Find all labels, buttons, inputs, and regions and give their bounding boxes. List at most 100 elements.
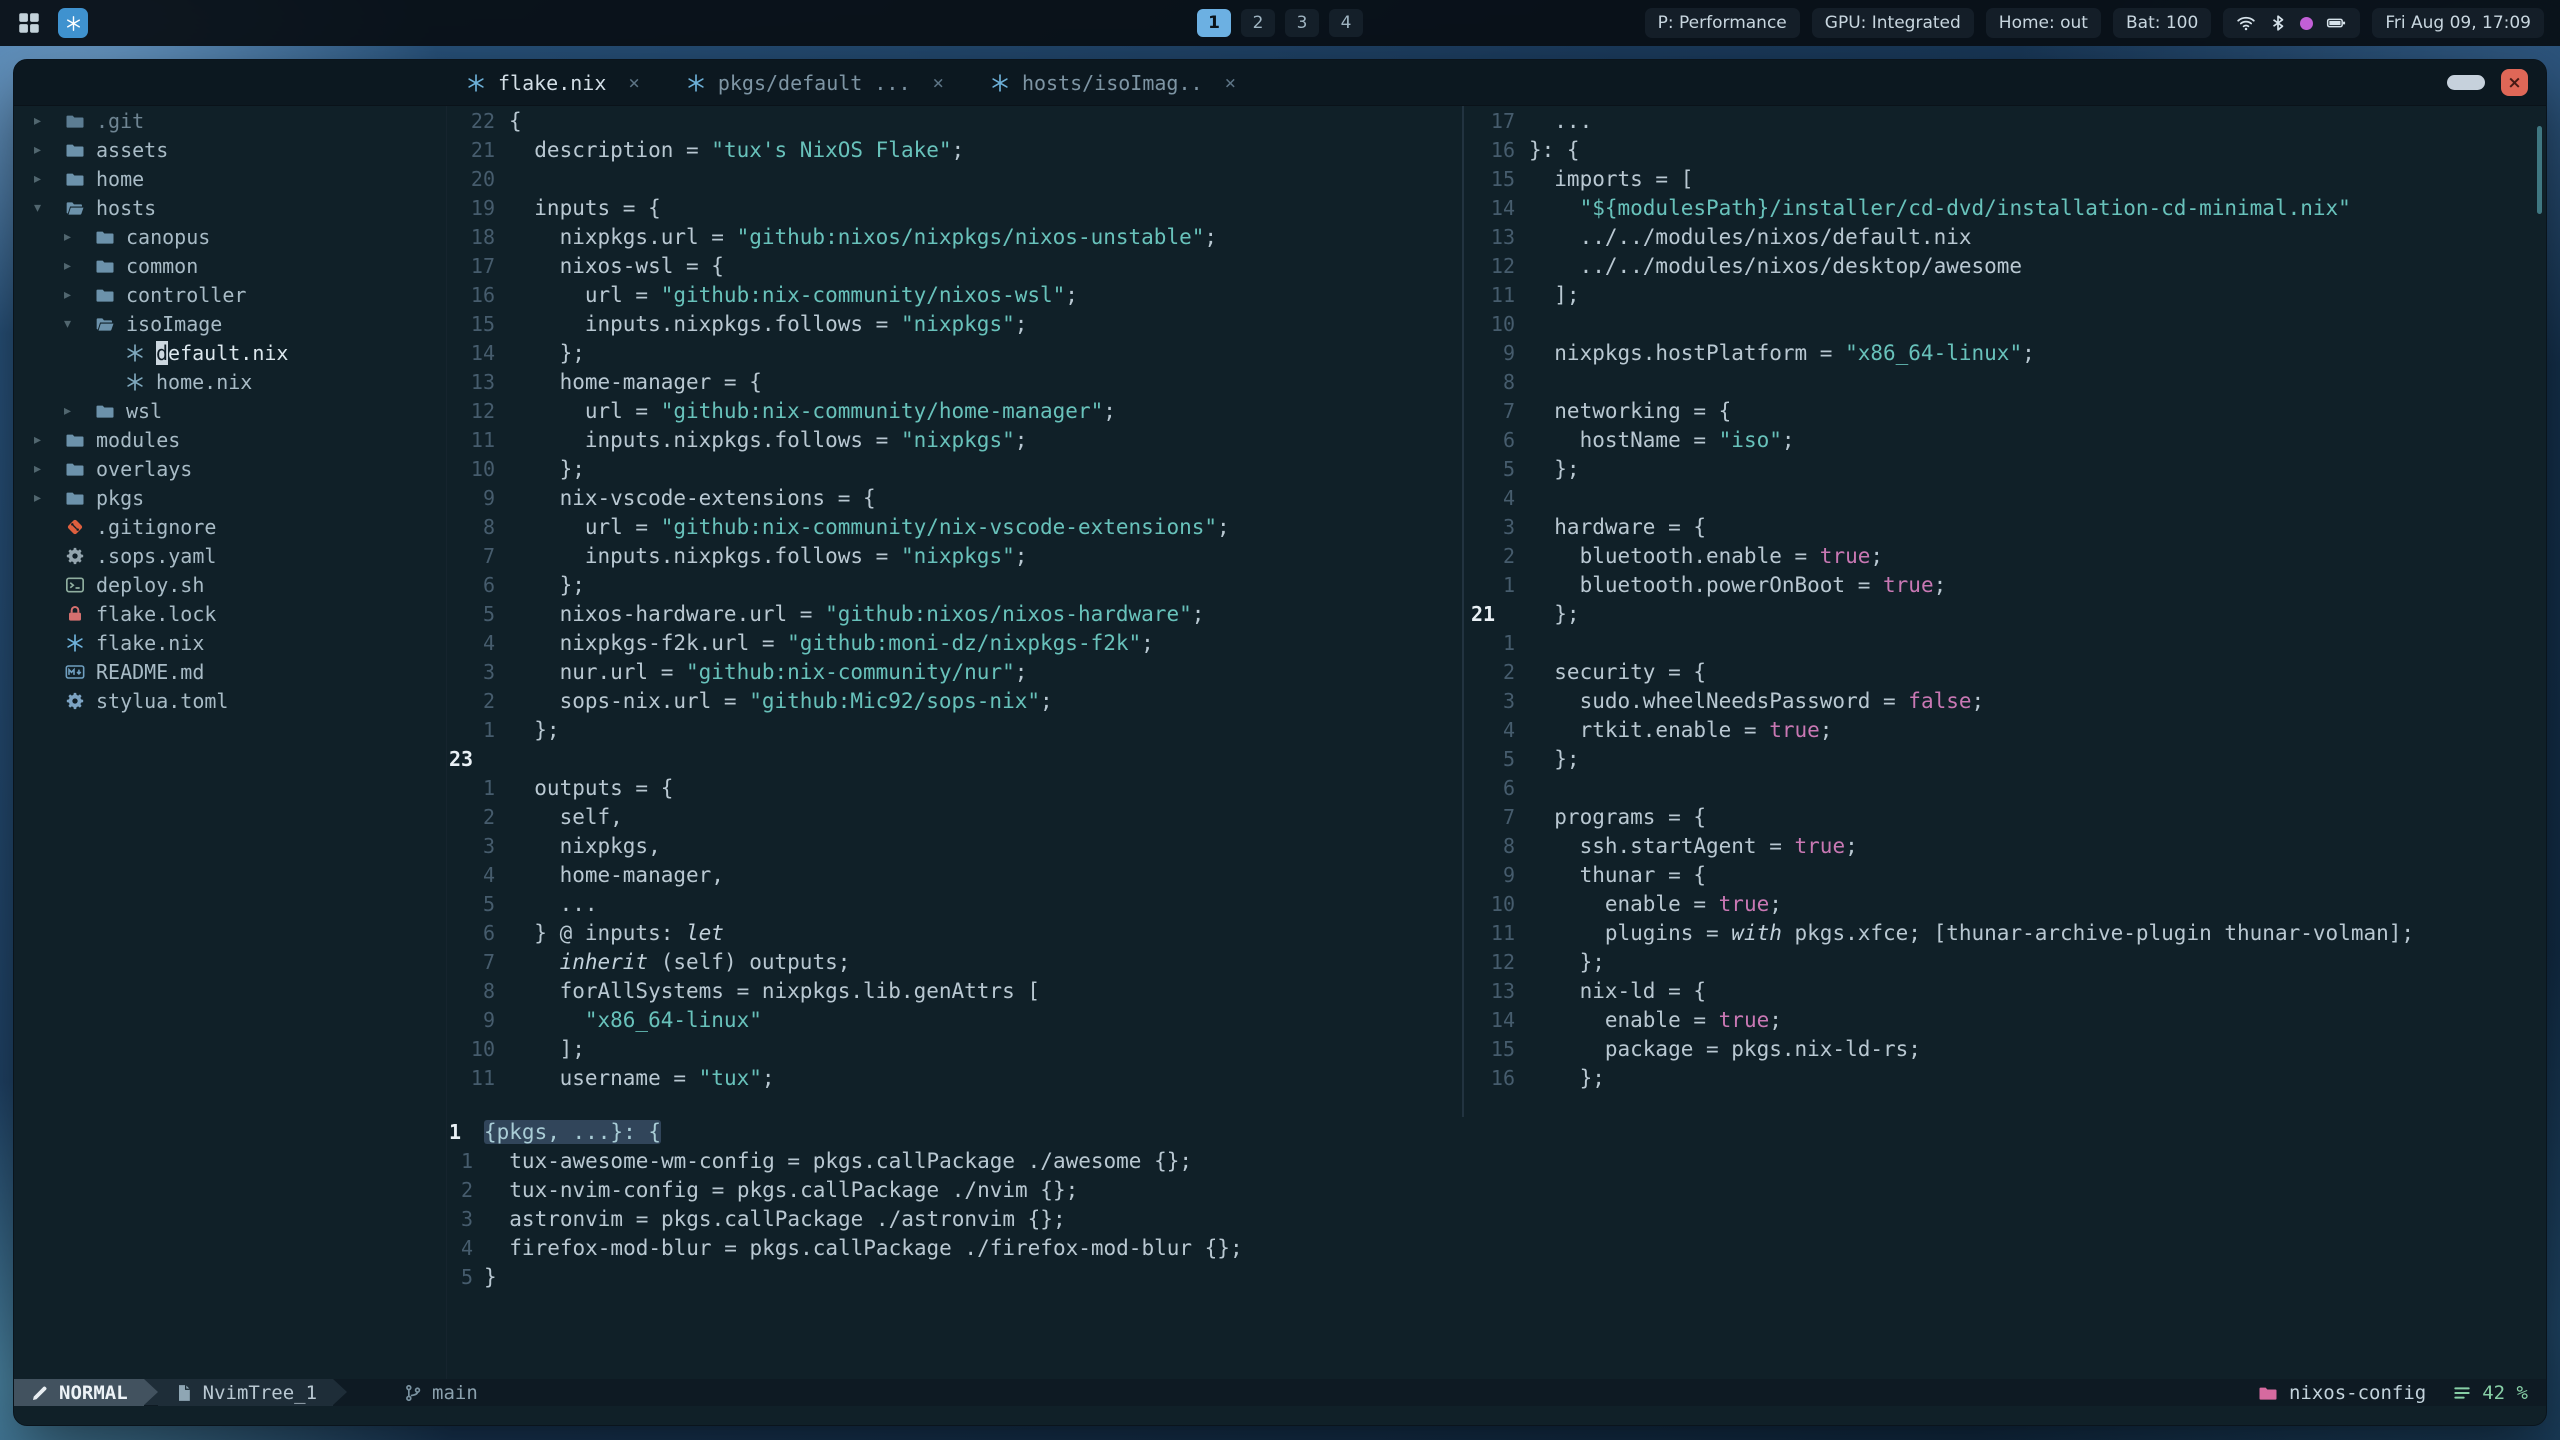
code-line[interactable]: 21 };	[1469, 599, 2546, 628]
code-line[interactable]: 3 astronvim = pkgs.callPackage ./astronv…	[447, 1204, 2546, 1233]
code-line[interactable]: 21 description = "tux's NixOS Flake";	[447, 135, 1459, 164]
code-line[interactable]: 3 hardware = {	[1469, 512, 2546, 541]
code-line[interactable]: 3 nixpkgs,	[447, 831, 1459, 860]
maximize-toggle-button[interactable]	[2447, 75, 2485, 90]
code-line[interactable]: 5}	[447, 1262, 2546, 1291]
code-line[interactable]: 1 {pkgs, ...}: {	[447, 1117, 2546, 1146]
code-line[interactable]: 14 };	[447, 338, 1459, 367]
code-line[interactable]: 3 sudo.wheelNeedsPassword = false;	[1469, 686, 2546, 715]
code-line[interactable]: 22 {	[447, 106, 1459, 135]
tab-close-icon[interactable]: ×	[1225, 72, 1236, 94]
battery-widget[interactable]: Bat: 100	[2112, 8, 2212, 38]
code-line[interactable]: 1 tux-awesome-wm-config = pkgs.callPacka…	[447, 1146, 2546, 1175]
tree-item-canopus[interactable]: ▸ canopus	[14, 222, 446, 251]
code-line[interactable]: 9 nix-vscode-extensions = {	[447, 483, 1459, 512]
code-line[interactable]: 5 };	[1469, 454, 2546, 483]
split-separator[interactable]	[1462, 106, 1464, 1117]
tree-item-isoimage[interactable]: ▾ isoImage	[14, 309, 446, 338]
code-line[interactable]: 12 ../../modules/nixos/desktop/awesome	[1469, 251, 2546, 280]
workspace-button-3[interactable]: 3	[1285, 9, 1319, 37]
code-line[interactable]: 1 };	[447, 715, 1459, 744]
workspace-button-4[interactable]: 4	[1329, 9, 1363, 37]
editor-split-pkgs-default-nix[interactable]: 1 {pkgs, ...}: {1 tux-awesome-wm-config =…	[447, 1117, 2546, 1379]
code-line[interactable]: 12 };	[1469, 947, 2546, 976]
code-line[interactable]: 23	[447, 744, 1459, 773]
tree-item-flake-nix[interactable]: flake.nix	[14, 628, 446, 657]
code-line[interactable]: 14 "${modulesPath}/installer/cd-dvd/inst…	[1469, 193, 2546, 222]
code-line[interactable]: 11 plugins = with pkgs.xfce; [thunar-arc…	[1469, 918, 2546, 947]
buffer-tab-2[interactable]: pkgs/default ... ×	[686, 71, 944, 95]
code-line[interactable]: 3 nur.url = "github:nix-community/nur";	[447, 657, 1459, 686]
code-line[interactable]: 10 };	[447, 454, 1459, 483]
tree-item-modules[interactable]: ▸ modules	[14, 425, 446, 454]
code-line[interactable]: 7 inputs.nixpkgs.follows = "nixpkgs";	[447, 541, 1459, 570]
tree-item-gitignore[interactable]: .gitignore	[14, 512, 446, 541]
tree-item-readme-md[interactable]: README.md	[14, 657, 446, 686]
bluetooth-icon[interactable]	[2268, 13, 2288, 33]
code-line[interactable]: 11 inputs.nixpkgs.follows = "nixpkgs";	[447, 425, 1459, 454]
command-line[interactable]	[14, 1406, 2546, 1425]
code-line[interactable]: 1	[1469, 628, 2546, 657]
code-line[interactable]: 1 outputs = {	[447, 773, 1459, 802]
git-branch-widget[interactable]: main	[403, 1379, 478, 1406]
window-close-button[interactable]: ×	[2501, 69, 2528, 96]
code-line[interactable]: 9 thunar = {	[1469, 860, 2546, 889]
code-line[interactable]: 6	[1469, 773, 2546, 802]
code-line[interactable]: 12 url = "github:nix-community/home-mana…	[447, 396, 1459, 425]
scrollbar-thumb[interactable]	[2537, 126, 2542, 214]
code-line[interactable]: 8 forAllSystems = nixpkgs.lib.genAttrs [	[447, 976, 1459, 1005]
tree-item-sops-yaml[interactable]: .sops.yaml	[14, 541, 446, 570]
code-line[interactable]: 9 "x86_64-linux"	[447, 1005, 1459, 1034]
tree-item-controller[interactable]: ▸ controller	[14, 280, 446, 309]
code-line[interactable]: 1 bluetooth.powerOnBoot = true;	[1469, 570, 2546, 599]
code-line[interactable]: 2 bluetooth.enable = true;	[1469, 541, 2546, 570]
code-line[interactable]: 7 inherit (self) outputs;	[447, 947, 1459, 976]
editor-split-flake-nix[interactable]: 22{21 description = "tux's NixOS Flake";…	[447, 106, 1459, 1117]
indicator-dot-icon[interactable]	[2300, 16, 2314, 30]
code-line[interactable]: 14 enable = true;	[1469, 1005, 2546, 1034]
code-line[interactable]: 4 nixpkgs-f2k.url = "github:moni-dz/nixp…	[447, 628, 1459, 657]
code-line[interactable]: 15 package = pkgs.nix-ld-rs;	[1469, 1034, 2546, 1063]
code-line[interactable]: 20	[447, 164, 1459, 193]
tree-item-default-nix[interactable]: default.nix	[14, 338, 446, 367]
tree-item-flake-lock[interactable]: flake.lock	[14, 599, 446, 628]
code-line[interactable]: 7 networking = {	[1469, 396, 2546, 425]
clock-widget[interactable]: Fri Aug 09, 17:09	[2372, 8, 2544, 38]
code-line[interactable]: 16}: {	[1469, 135, 2546, 164]
tree-item-home[interactable]: ▸ home	[14, 164, 446, 193]
tree-item-deploy-sh[interactable]: deploy.sh	[14, 570, 446, 599]
code-line[interactable]: 4 rtkit.enable = true;	[1469, 715, 2546, 744]
tree-item-pkgs[interactable]: ▸ pkgs	[14, 483, 446, 512]
code-line[interactable]: 19 inputs = {	[447, 193, 1459, 222]
code-line[interactable]: 16 };	[1469, 1063, 2546, 1092]
tab-close-icon[interactable]: ×	[628, 72, 639, 94]
tree-item-hosts[interactable]: ▾ hosts	[14, 193, 446, 222]
gpu-widget[interactable]: GPU: Integrated	[1811, 8, 1974, 38]
code-line[interactable]: 8	[1469, 367, 2546, 396]
code-line[interactable]: 10 enable = true;	[1469, 889, 2546, 918]
tree-item-home-nix[interactable]: home.nix	[14, 367, 446, 396]
tree-item-assets[interactable]: ▸ assets	[14, 135, 446, 164]
code-line[interactable]: 13 home-manager = {	[447, 367, 1459, 396]
code-line[interactable]: 5 };	[1469, 744, 2546, 773]
code-line[interactable]: 6 } @ inputs: let	[447, 918, 1459, 947]
code-line[interactable]: 4 firefox-mod-blur = pkgs.callPackage ./…	[447, 1233, 2546, 1262]
code-line[interactable]: 16 url = "github:nix-community/nixos-wsl…	[447, 280, 1459, 309]
battery-icon[interactable]	[2325, 13, 2347, 33]
tree-item-git[interactable]: ▸ .git	[14, 106, 446, 135]
code-line[interactable]: 5 ...	[447, 889, 1459, 918]
workspace-button-1[interactable]: 1	[1197, 9, 1231, 37]
code-line[interactable]: 4 home-manager,	[447, 860, 1459, 889]
code-line[interactable]: 13 ../../modules/nixos/default.nix	[1469, 222, 2546, 251]
code-line[interactable]: 2 security = {	[1469, 657, 2546, 686]
code-line[interactable]: 9 nixpkgs.hostPlatform = "x86_64-linux";	[1469, 338, 2546, 367]
code-line[interactable]: 8 ssh.startAgent = true;	[1469, 831, 2546, 860]
code-line[interactable]: 13 nix-ld = {	[1469, 976, 2546, 1005]
code-line[interactable]: 2 tux-nvim-config = pkgs.callPackage ./n…	[447, 1175, 2546, 1204]
distro-badge[interactable]	[58, 8, 88, 38]
editor-split-iso-default-nix[interactable]: 17 ... 16}: {15 imports = [14 "${modulesP…	[1469, 106, 2546, 1117]
code-line[interactable]: 10 ];	[447, 1034, 1459, 1063]
code-line[interactable]: 15 inputs.nixpkgs.follows = "nixpkgs";	[447, 309, 1459, 338]
code-line[interactable]: 17 ...	[1469, 106, 2546, 135]
tree-item-overlays[interactable]: ▸ overlays	[14, 454, 446, 483]
